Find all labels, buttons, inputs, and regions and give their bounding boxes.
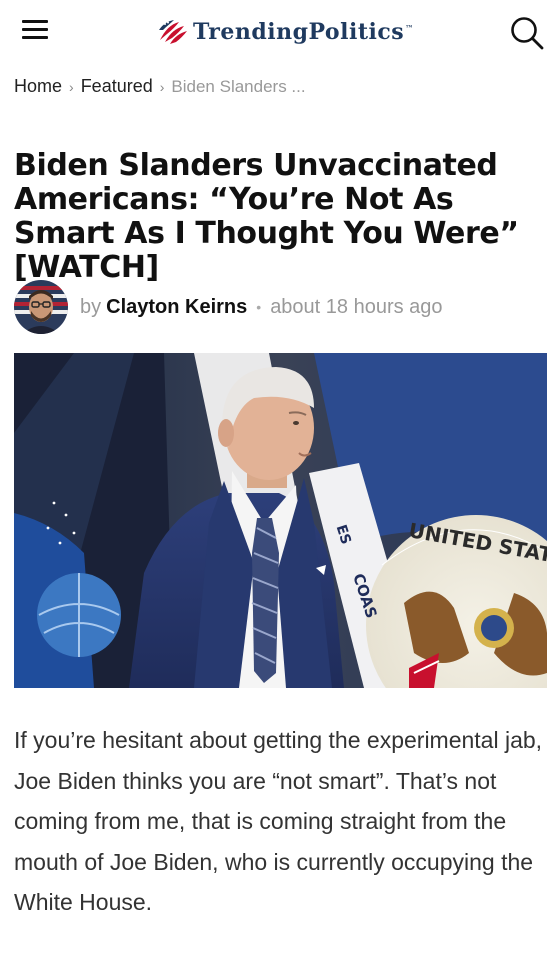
site-header: TrendingPolitics™ bbox=[0, 0, 560, 66]
breadcrumb-separator: › bbox=[69, 78, 74, 95]
logo-wordmark: TrendingPolitics™ bbox=[193, 19, 414, 45]
byline-by-label: by bbox=[80, 295, 102, 318]
site-logo[interactable]: TrendingPolitics™ bbox=[157, 16, 414, 48]
article-hero-image: UNITED STATES OF AM COAS ES bbox=[14, 353, 547, 688]
hamburger-menu-icon[interactable] bbox=[22, 20, 48, 42]
flag-logo-icon bbox=[159, 20, 187, 44]
breadcrumb-current: Biden Slanders ... bbox=[171, 76, 306, 96]
meta-separator: • bbox=[256, 299, 262, 315]
breadcrumb-featured[interactable]: Featured bbox=[81, 76, 153, 97]
author-name-link[interactable]: Clayton Keirns bbox=[106, 296, 247, 319]
article-body-paragraph: If you’re hesitant about getting the exp… bbox=[14, 727, 543, 915]
breadcrumb-separator: › bbox=[159, 78, 165, 95]
publish-time: about 18 hours ago bbox=[270, 295, 443, 318]
author-avatar[interactable] bbox=[14, 280, 68, 334]
breadcrumb-home[interactable]: Home bbox=[14, 76, 62, 97]
article-byline: by Clayton Keirns • about 18 hours ago bbox=[14, 280, 443, 334]
search-icon[interactable] bbox=[508, 14, 546, 52]
article-title: Biden Slanders Unvaccinated Americans: “… bbox=[14, 148, 519, 285]
breadcrumb: Home › Featured › Biden Slanders ... bbox=[14, 76, 306, 97]
